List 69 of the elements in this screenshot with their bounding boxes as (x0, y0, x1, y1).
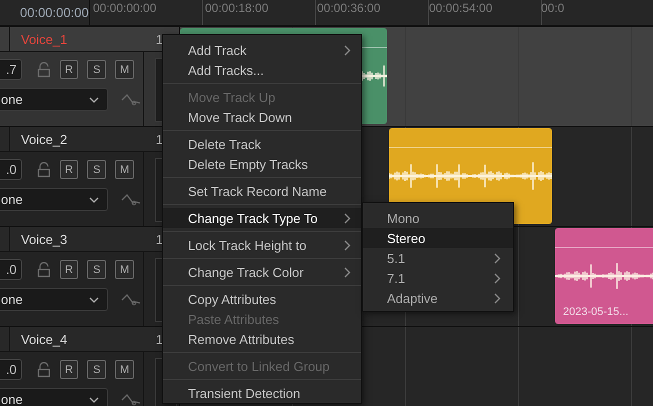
lock-icon[interactable] (36, 362, 51, 378)
time-ruler[interactable]: 00:00:00:00 00:00:18:00 00:00:36:00 00:00:54:00 00:0 (90, 0, 653, 25)
menu-item[interactable]: 5.1 (363, 248, 513, 268)
menu-item[interactable]: 7.1 (363, 268, 513, 288)
ruler-label: 00:00:18:00 (205, 0, 270, 15)
track-toggle-button[interactable]: R (60, 260, 78, 279)
ruler-label: 00:00:00:00 (93, 0, 158, 15)
track-toggle-button[interactable]: S (87, 160, 106, 179)
routing-dropdown[interactable]: one (0, 288, 108, 311)
track-toggle-button[interactable]: M (115, 360, 134, 379)
track-toggle-button[interactable]: S (87, 360, 106, 379)
clip-label: 2023-05-15... (563, 306, 628, 318)
chevron-right-icon (344, 44, 351, 56)
track-number: 1 (156, 332, 163, 346)
menu-item[interactable]: Set Track Record Name (163, 181, 361, 201)
track-header[interactable]: Voice_1 1 (0, 27, 179, 52)
routing-dropdown[interactable]: one (0, 388, 108, 406)
track-name: Voice_1 (21, 32, 68, 46)
volume-field[interactable]: .0 (0, 359, 22, 380)
chevron-right-icon (494, 272, 501, 284)
track-toggle-button[interactable]: R (60, 360, 78, 379)
volume-field[interactable]: .0 (0, 259, 22, 280)
chevron-down-icon (89, 96, 99, 102)
chevron-right-icon (344, 240, 351, 250)
menu-item[interactable]: Change Track Type To (163, 208, 361, 228)
menu-item[interactable]: Change Track Color (163, 262, 361, 282)
track-name: Voice_3 (21, 232, 68, 246)
menu-item[interactable]: Transient Detection (163, 383, 361, 403)
automation-icon[interactable] (121, 292, 141, 306)
menu-item[interactable]: Stereo (363, 228, 513, 248)
timecode: 00:00:00:00 (20, 5, 89, 20)
lock-icon[interactable] (36, 62, 51, 78)
volume-field[interactable]: .0 (0, 159, 22, 180)
track-name: Voice_4 (21, 332, 68, 346)
chevron-right-icon (344, 212, 351, 224)
automation-icon[interactable] (121, 392, 141, 406)
menu-item[interactable]: Add Tracks... (163, 60, 361, 80)
menu-item[interactable]: Mono (363, 208, 513, 228)
lock-icon[interactable] (36, 262, 51, 278)
ruler-label: 00:00:54:00 (429, 0, 494, 15)
track-toggle-button[interactable]: M (115, 260, 134, 279)
chevron-down-icon (89, 296, 99, 302)
track-number: 1 (156, 132, 163, 146)
track-toggle-button[interactable]: R (60, 160, 78, 179)
ruler-label: 00:00:36:00 (317, 0, 382, 15)
menu-item[interactable]: Adaptive (363, 288, 513, 308)
menu-item[interactable]: Copy Attributes (163, 289, 361, 309)
chevron-down-icon (89, 396, 99, 402)
track-toggle-button[interactable]: S (87, 260, 106, 279)
track-toggle-button[interactable]: M (115, 160, 134, 179)
chevron-right-icon (494, 252, 501, 264)
track-number: 1 (156, 32, 163, 46)
track-toggle-button[interactable]: S (87, 60, 106, 79)
chevron-down-icon (89, 196, 99, 202)
automation-icon[interactable] (121, 192, 141, 206)
track-name: Voice_2 (21, 132, 68, 146)
volume-field[interactable]: .7 (0, 59, 22, 80)
track-number: 1 (156, 232, 163, 246)
routing-dropdown[interactable]: one (0, 188, 108, 211)
chevron-right-icon (494, 292, 501, 304)
menu-item[interactable]: Move Track Down (163, 107, 361, 127)
ruler-label: 00:0 (541, 0, 566, 15)
menu-item[interactable]: Delete Empty Tracks (163, 154, 361, 174)
automation-icon[interactable] (121, 92, 141, 106)
routing-dropdown[interactable]: one (0, 88, 108, 111)
track-toggle-button[interactable]: M (115, 60, 134, 79)
chevron-right-icon (344, 266, 351, 278)
lock-icon[interactable] (36, 162, 51, 178)
track-toggle-button[interactable]: R (60, 60, 78, 79)
